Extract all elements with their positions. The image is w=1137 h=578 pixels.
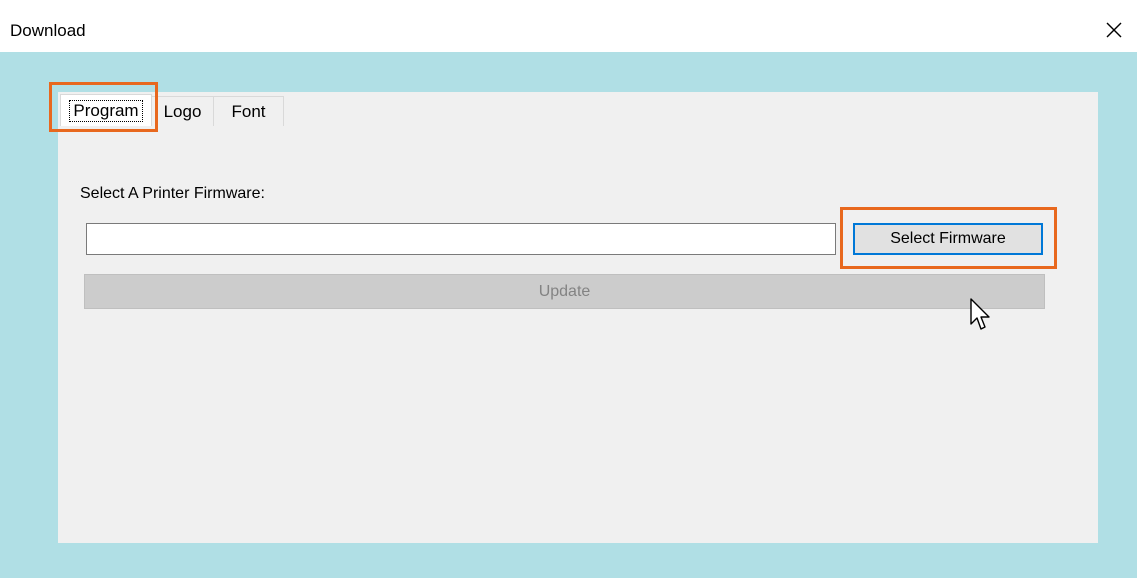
title-bar: Download — [0, 0, 1137, 52]
tab-font[interactable]: Font — [214, 96, 284, 126]
select-firmware-button[interactable]: Select Firmware — [853, 223, 1043, 255]
update-button[interactable]: Update — [84, 274, 1045, 309]
firmware-path-input[interactable] — [86, 223, 836, 255]
close-icon — [1106, 22, 1122, 38]
download-window: Download Program Logo Font Select A Prin… — [0, 0, 1137, 578]
tab-logo-label: Logo — [163, 101, 202, 121]
close-button[interactable] — [1091, 8, 1137, 52]
window-title: Download — [10, 21, 86, 40]
mouse-cursor-icon — [970, 298, 990, 330]
tab-panel: Program Logo Font Select A Printer Firmw… — [58, 92, 1098, 543]
tab-font-label: Font — [231, 101, 266, 121]
dialog-client-area: Program Logo Font Select A Printer Firmw… — [0, 52, 1137, 578]
tab-program[interactable]: Program — [60, 94, 152, 126]
tab-program-label: Program — [69, 99, 143, 122]
tab-logo[interactable]: Logo — [152, 96, 214, 126]
firmware-label: Select A Printer Firmware: — [80, 185, 265, 202]
